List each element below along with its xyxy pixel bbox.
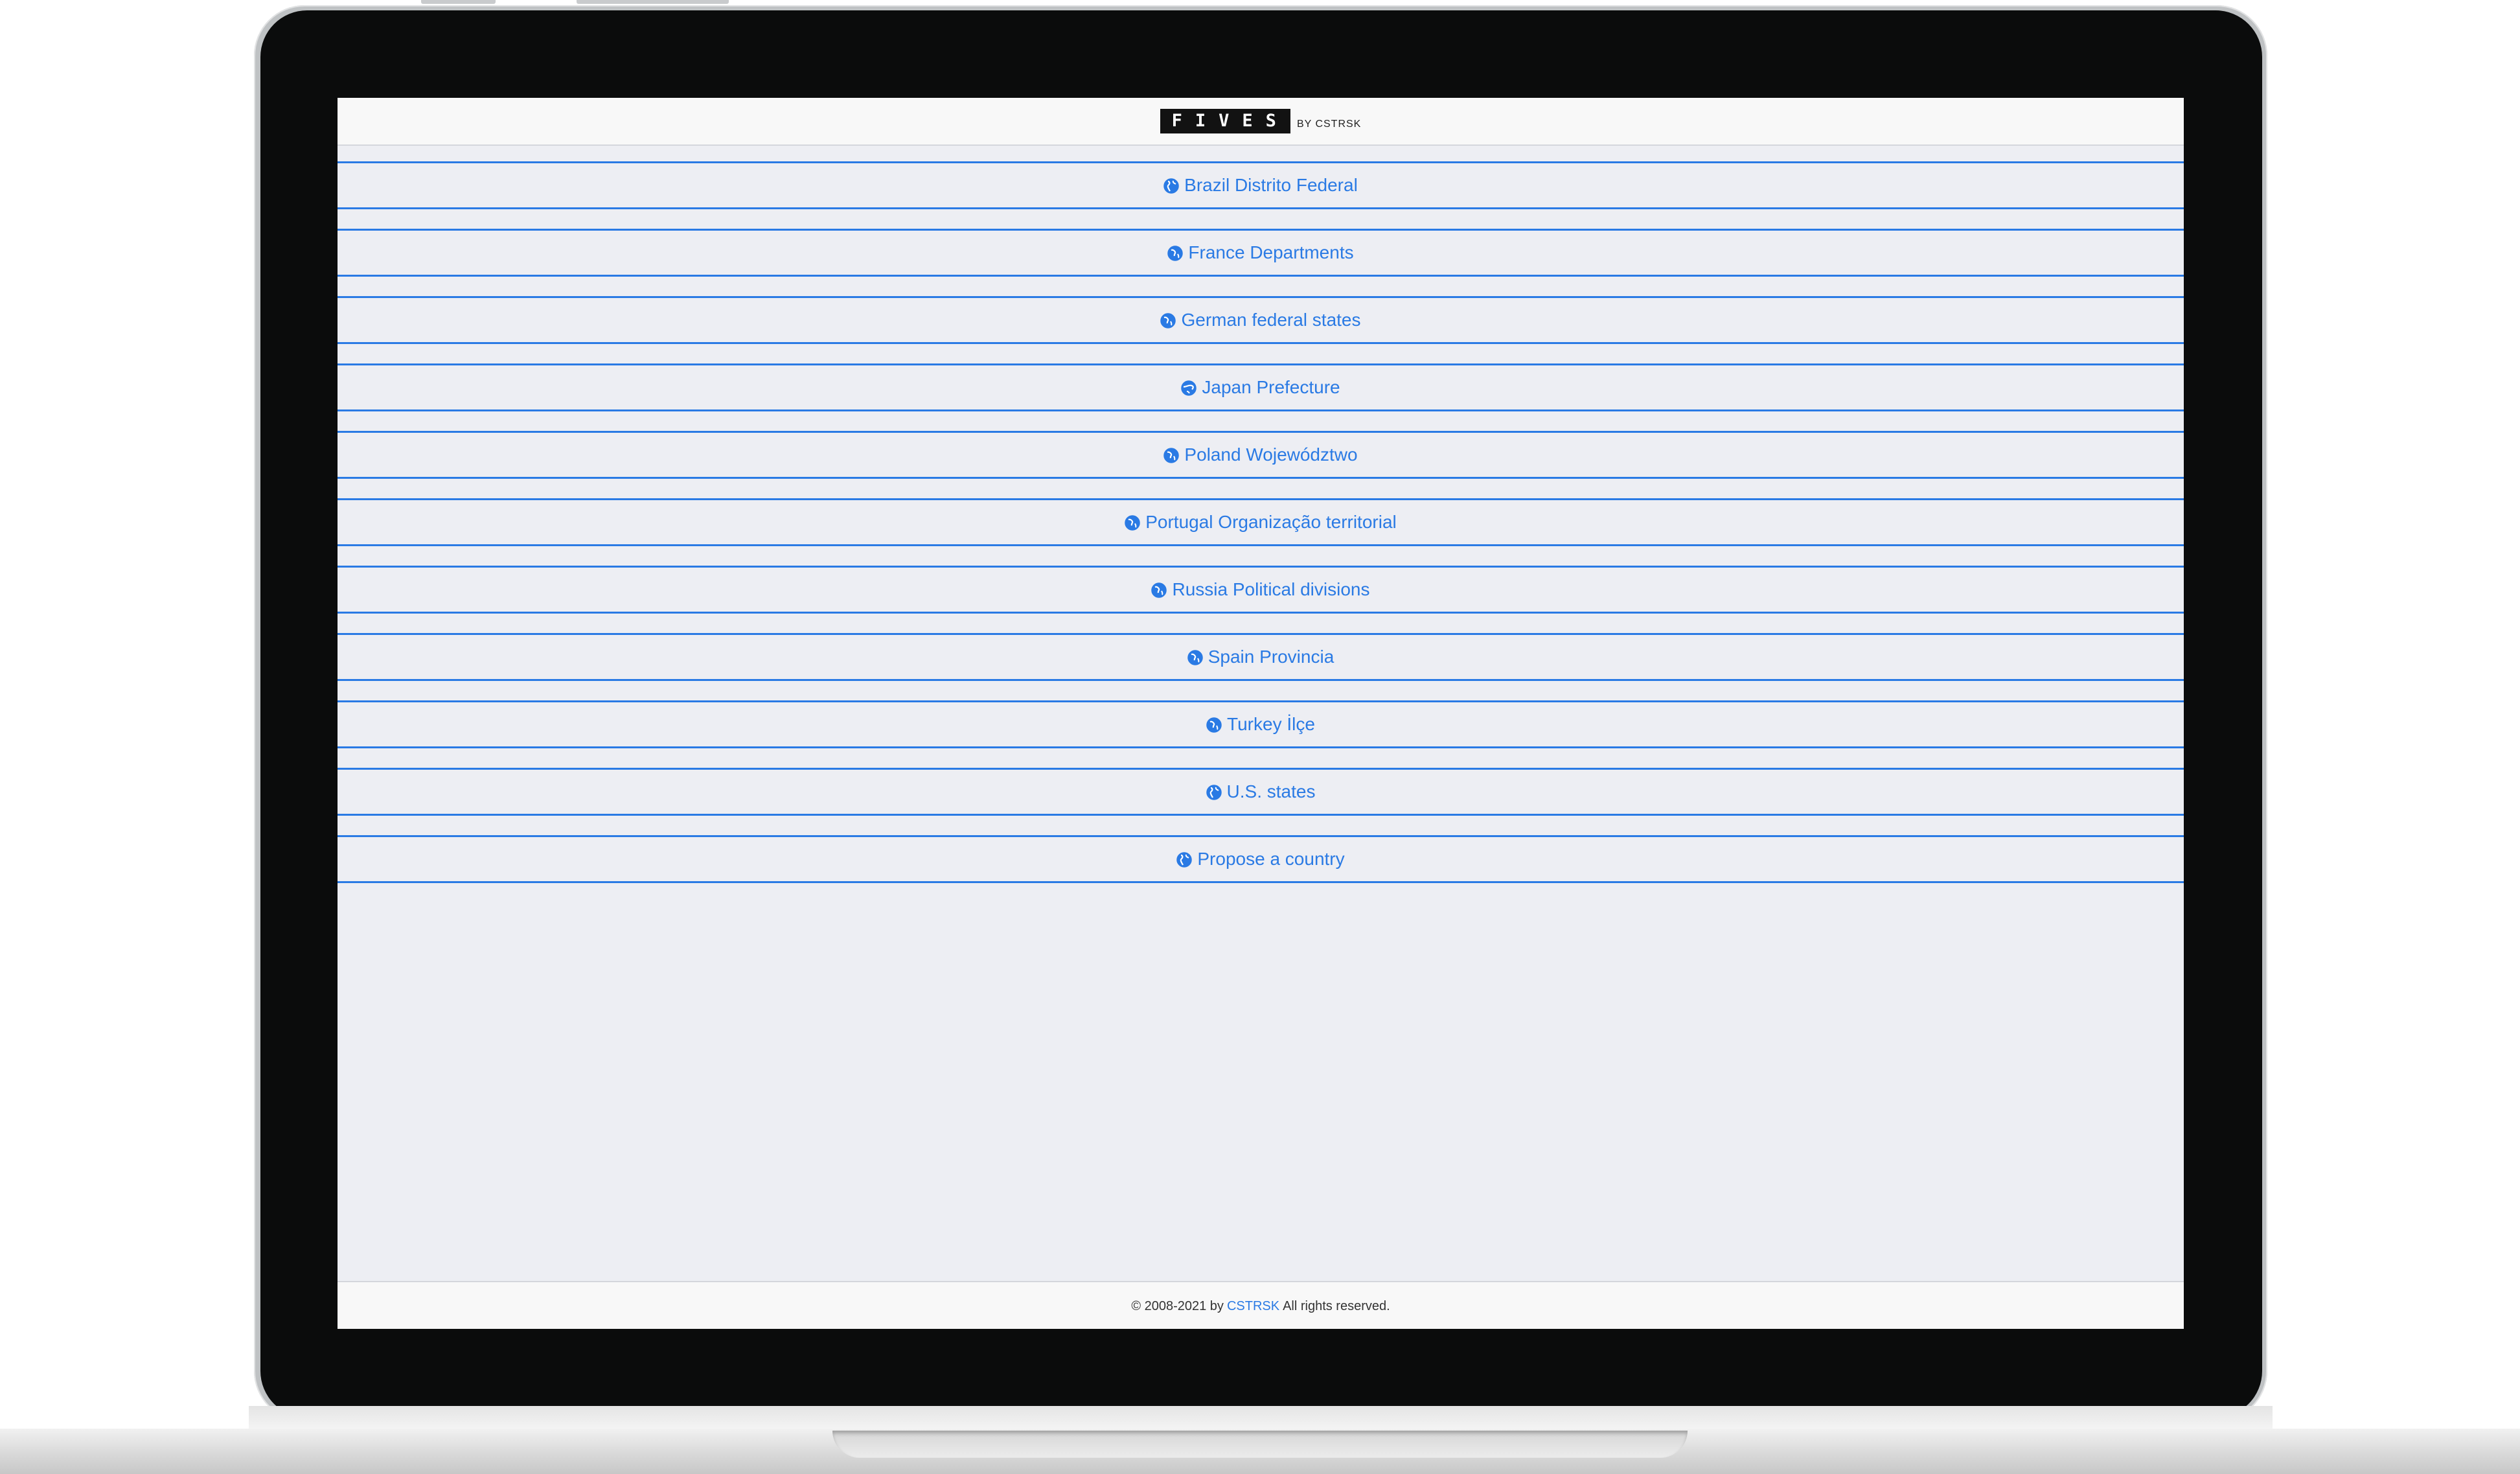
globe-europe-icon [1125, 514, 1140, 531]
globe-americas-icon [1163, 178, 1179, 194]
lid-tab [421, 0, 496, 4]
country-link-label: Poland Województwo [1184, 444, 1358, 465]
footer-copyright: © 2008-2021 by [1131, 1298, 1224, 1313]
country-link[interactable]: Portugal Organização territorial [338, 498, 2184, 546]
country-link[interactable]: Russia Political divisions [338, 566, 2184, 614]
globe-asia-icon [1181, 380, 1197, 396]
globe-europe-icon [1151, 582, 1167, 598]
country-link[interactable]: Spain Provincia [338, 633, 2184, 681]
screen: FIVES BY CSTRSK Brazil Distrito Federal F… [338, 98, 2184, 1329]
country-link[interactable]: Propose a country [338, 835, 2184, 883]
footer-author-link[interactable]: CSTRSK [1227, 1299, 1279, 1314]
country-link-label: Brazil Distrito Federal [1184, 175, 1358, 195]
country-link[interactable]: Poland Województwo [338, 431, 2184, 479]
globe-americas-icon [1206, 784, 1222, 800]
laptop-mockup: FIVES BY CSTRSK Brazil Distrito Federal F… [0, 0, 2520, 1474]
country-link-label: German federal states [1181, 310, 1361, 330]
footer-rights: All rights reserved. [1283, 1298, 1390, 1313]
site-footer: © 2008-2021 by CSTRSK All rights reserve… [338, 1281, 2184, 1329]
country-link[interactable]: German federal states [338, 296, 2184, 344]
globe-europe-icon [1206, 717, 1222, 733]
country-link-label: Portugal Organização territorial [1145, 512, 1397, 532]
country-link[interactable]: Brazil Distrito Federal [338, 161, 2184, 209]
country-list: Brazil Distrito Federal France Department… [338, 161, 2184, 903]
country-link[interactable]: France Departments [338, 229, 2184, 277]
country-link-label: France Departments [1188, 242, 1354, 262]
country-link-label: Russia Political divisions [1172, 579, 1370, 599]
logo-wordmark: FIVES [1160, 109, 1290, 133]
logo-byline: BY CSTRSK [1296, 119, 1362, 130]
laptop-hinge [249, 1406, 2273, 1432]
lid-tab [577, 0, 729, 4]
site-header: FIVES BY CSTRSK [338, 98, 2184, 146]
country-link-label: U.S. states [1226, 781, 1316, 801]
country-link[interactable]: Japan Prefecture [338, 363, 2184, 411]
country-link-label: Japan Prefecture [1202, 377, 1340, 397]
site-logo[interactable]: FIVES BY CSTRSK [1160, 109, 1362, 133]
country-link-label: Turkey İlçe [1227, 714, 1315, 734]
country-link-label: Spain Provincia [1208, 647, 1334, 667]
globe-europe-icon [1187, 649, 1203, 665]
globe-europe-icon [1167, 245, 1184, 261]
globe-europe-icon [1163, 447, 1180, 463]
country-link-label: Propose a country [1197, 849, 1345, 869]
globe-americas-icon [1176, 851, 1193, 868]
globe-europe-icon [1160, 312, 1176, 328]
country-link[interactable]: U.S. states [338, 768, 2184, 816]
laptop-opening-notch [832, 1431, 1688, 1458]
country-link[interactable]: Turkey İlçe [338, 700, 2184, 748]
